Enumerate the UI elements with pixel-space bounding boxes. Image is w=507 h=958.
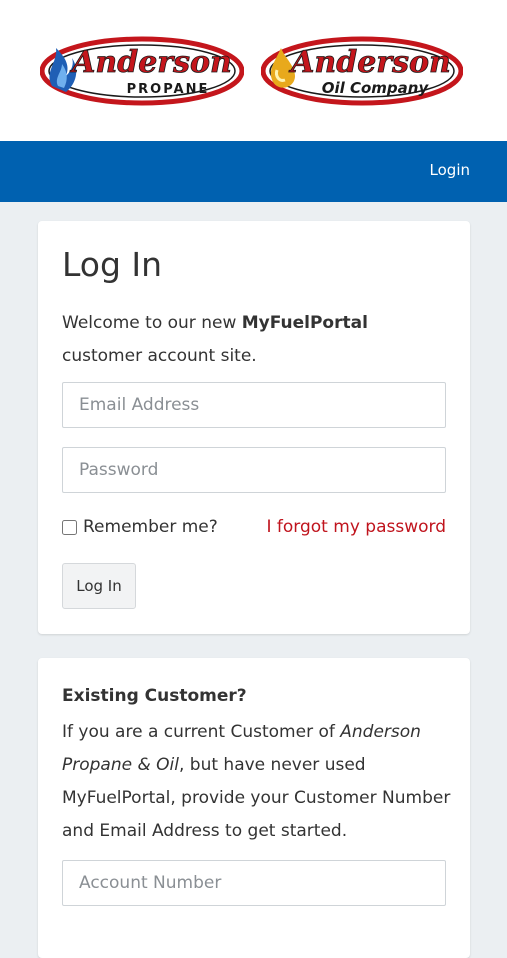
welcome-suffix: customer account site. (62, 346, 257, 366)
login-button[interactable]: Log In (62, 563, 136, 609)
email-field[interactable] (62, 382, 446, 428)
existing-body-prefix: If you are a current Customer of (62, 722, 341, 742)
remember-me-label: Remember me? (83, 517, 218, 537)
remember-me-checkbox[interactable] (62, 519, 77, 535)
page-title: Log In (62, 245, 163, 284)
svg-text:PROPANE: PROPANE (127, 82, 210, 97)
welcome-text: Welcome to our new MyFuelPortal customer… (62, 307, 452, 373)
anderson-propane-logo: Anderson PROPANE (40, 36, 244, 106)
login-card: Log In Welcome to our new MyFuelPortal c… (38, 221, 470, 634)
top-navbar: Login (0, 141, 507, 202)
forgot-password-link[interactable]: I forgot my password (267, 517, 447, 537)
svg-text:Oil Company: Oil Company (322, 79, 430, 97)
svg-text:Anderson: Anderson (69, 45, 232, 80)
existing-customer-card: Existing Customer? If you are a current … (38, 658, 470, 958)
existing-customer-heading: Existing Customer? (62, 686, 247, 706)
anderson-oil-company-logo: Anderson Oil Company (261, 36, 463, 106)
header-logos: Anderson PROPANE Anderson Oil Company (0, 0, 507, 141)
svg-text:Anderson: Anderson (288, 45, 451, 80)
password-field[interactable] (62, 447, 446, 493)
remember-me[interactable]: Remember me? (62, 517, 218, 537)
welcome-brand: MyFuelPortal (241, 313, 368, 333)
existing-customer-text: If you are a current Customer of Anderso… (62, 716, 452, 848)
welcome-prefix: Welcome to our new (62, 313, 242, 333)
nav-login-link[interactable]: Login (430, 161, 470, 179)
account-number-field[interactable] (62, 860, 446, 906)
